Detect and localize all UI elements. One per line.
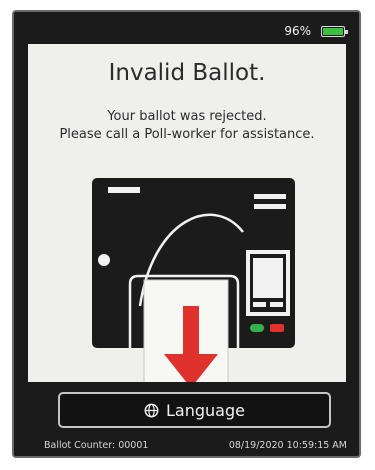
footer-bar: Language Ballot Counter: 00001 08/19/202… [14,382,359,456]
battery-level: 96% [284,24,311,38]
battery-icon [321,26,348,37]
language-button-label: Language [166,400,245,420]
datetime-stamp: 08/19/2020 10:59:15 AM [228,440,347,451]
voting-device-frame: 96% Invalid Ballot. Your ballot was reje… [12,10,361,458]
message-screen: Invalid Ballot. Your ballot was rejected… [28,44,346,382]
ballot-rejected-scanner-icon [92,178,295,382]
ballot-counter: Ballot Counter: 00001 [44,440,149,451]
language-button[interactable]: Language [58,392,331,428]
globe-icon [144,403,159,417]
status-bar: 96% [14,12,359,42]
